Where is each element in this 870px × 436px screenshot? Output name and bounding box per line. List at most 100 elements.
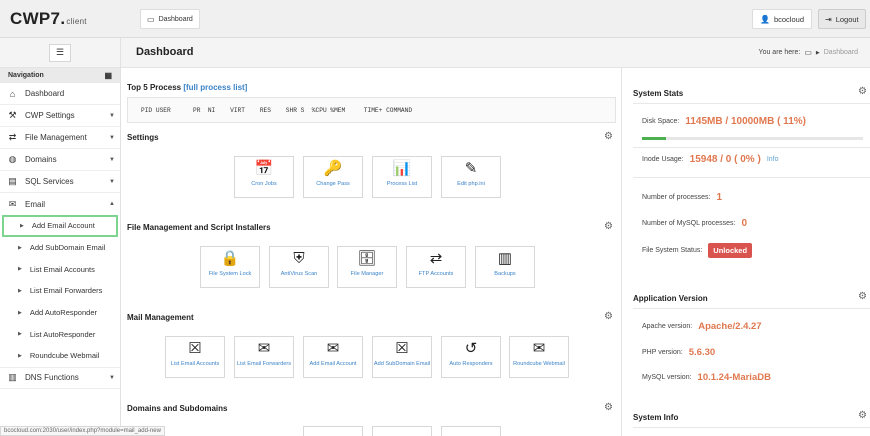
gear-icon[interactable]: ⚙: [604, 221, 613, 232]
monitor-icon: ▭: [147, 14, 155, 24]
divider: [633, 177, 870, 178]
list-email-forwarders-button[interactable]: ✉ List Email Forwarders: [234, 336, 294, 378]
right-panel: System Stats ⚙ Disk Space: 1145MB / 1000…: [621, 68, 870, 436]
chevron-down-icon: ▼: [109, 112, 115, 119]
sidebar-subitem-label: List Email Accounts: [29, 264, 95, 274]
caret-right-icon: ▶: [18, 331, 22, 338]
process-list-button[interactable]: 📊 Process List: [372, 156, 432, 198]
page-title: Dashboard: [136, 46, 194, 58]
sidebar-item-email[interactable]: ✉ Email ▲: [0, 193, 120, 215]
user-menu-button[interactable]: 👤 bcocloud: [752, 9, 812, 29]
sidebar-subitem-add-subdomain-email[interactable]: ▶ Add SubDomain Email: [0, 237, 120, 259]
file-system-status-label: File System Status:: [642, 247, 703, 254]
gear-icon[interactable]: ⚙: [858, 410, 867, 421]
domains-tile[interactable]: [303, 426, 363, 436]
ftp-accounts-button[interactable]: ⇄ FTP Accounts: [406, 246, 466, 288]
navigation-header: Navigation ▦: [0, 68, 120, 83]
add-email-account-button[interactable]: ✉ Add Email Account: [303, 336, 363, 378]
apache-version-label: Apache version:: [642, 323, 693, 330]
tile-label: FTP Accounts: [418, 271, 454, 277]
monitor-icon[interactable]: ▭: [804, 48, 812, 57]
gear-icon[interactable]: ⚙: [604, 402, 613, 413]
divider: [633, 147, 870, 148]
sidebar-item-label: CWP Settings: [25, 111, 75, 120]
roundcube-webmail-button[interactable]: ✉ Roundcube Webmail: [509, 336, 569, 378]
gear-icon[interactable]: ⚙: [858, 291, 867, 302]
sidebar-item-file-management[interactable]: ⇄ File Management ▼: [0, 127, 120, 149]
sidebar-subitem-list-autoresponder[interactable]: ▶ List AutoResponder: [0, 323, 120, 345]
caret-right-icon: ▶: [20, 222, 24, 229]
user-icon: 👤: [760, 14, 770, 24]
logo-subtext: client: [66, 17, 87, 26]
sidebar-item-dns-functions[interactable]: ▥ DNS Functions ▼: [0, 366, 120, 389]
tile-label: File System Lock: [208, 271, 252, 277]
gear-icon[interactable]: ⚙: [604, 311, 613, 322]
file-management-title: File Management and Script Installers: [127, 223, 271, 232]
inode-info-link[interactable]: Info: [767, 156, 779, 163]
sidebar-toggle-bar: ☰: [0, 38, 120, 68]
sidebar-item-dashboard[interactable]: ⌂ Dashboard: [0, 83, 120, 105]
domains-tile[interactable]: [372, 426, 432, 436]
add-subdomain-email-button[interactable]: ☒ Add SubDomain Email: [372, 336, 432, 378]
sidebar: ☰ Navigation ▦ ⌂ Dashboard ⚒ CWP Setting…: [0, 38, 121, 436]
domains-tile[interactable]: [441, 426, 501, 436]
sidebar-subitem-label: Add SubDomain Email: [29, 243, 106, 253]
sidebar-toggle-button[interactable]: ☰: [49, 43, 71, 62]
caret-right-icon: ▶: [18, 309, 22, 316]
grid-icon[interactable]: ▦: [104, 71, 112, 80]
mysql-processes-row: Number of MySQL processes: 0: [642, 218, 747, 229]
file-manager-button[interactable]: 🗄 File Manager: [337, 246, 397, 288]
tile-label: Cron Jobs: [251, 181, 277, 187]
tile-label: Add Email Account: [309, 361, 357, 367]
file-system-status-row: File System Status: Unlocked: [642, 243, 753, 258]
sidebar-subitem-list-email-accounts[interactable]: ▶ List Email Accounts: [0, 258, 120, 280]
dashboard-tab[interactable]: ▭ Dashboard: [140, 9, 200, 29]
logo[interactable]: CWP7.client: [10, 9, 87, 29]
cron-jobs-button[interactable]: 📅 Cron Jobs: [234, 156, 294, 198]
sidebar-item-cwp-settings[interactable]: ⚒ CWP Settings ▼: [0, 105, 120, 127]
tile-label: AntiVirus Scan: [280, 271, 318, 277]
tile-label: File Manager: [350, 271, 384, 277]
php-version-value: 5.6.30: [688, 347, 716, 358]
edit-php-ini-button[interactable]: ✎ Edit php.ini: [441, 156, 501, 198]
sidebar-subitem-label: List AutoResponder: [29, 329, 96, 339]
page-header: Dashboard You are here: ▭ ▶ Dashboard: [121, 38, 870, 68]
process-table-header: PID USER PR NI VIRT RES SHR S %CPU %MEM …: [127, 97, 616, 123]
undo-icon: ↺: [464, 340, 478, 357]
sidebar-item-domains[interactable]: ◍ Domains ▼: [0, 149, 120, 171]
inode-usage-value: 15948 / 0 ( 0% ): [689, 154, 761, 165]
sidebar-subitem-list-email-forwarders[interactable]: ▶ List Email Forwarders: [0, 280, 120, 302]
domains-title: Domains and Subdomains: [127, 404, 228, 413]
gear-icon[interactable]: ⚙: [604, 131, 613, 142]
php-version-label: PHP version:: [642, 349, 683, 356]
envelope-x-icon: ☒: [188, 340, 202, 357]
home-icon: ⌂: [9, 88, 16, 99]
logout-button[interactable]: ⇥ Logout: [818, 9, 866, 29]
status-bar-url: bcocloud.com:2030/user/index.php?module=…: [0, 426, 165, 436]
antivirus-scan-button[interactable]: ⛨ AntiVirus Scan: [269, 246, 329, 288]
sidebar-subitem-roundcube-webmail[interactable]: ▶ Roundcube Webmail: [0, 345, 120, 367]
sidebar-subitem-add-autoresponder[interactable]: ▶ Add AutoResponder: [0, 302, 120, 324]
mail-management-title: Mail Management: [127, 313, 194, 322]
auto-responders-button[interactable]: ↺ Auto Responders: [441, 336, 501, 378]
file-system-lock-button[interactable]: 🔒 File System Lock: [200, 246, 260, 288]
globe-icon: ◍: [8, 154, 17, 164]
exchange-icon: ⇄: [8, 132, 17, 142]
change-pass-button[interactable]: 🔑 Change Pass: [303, 156, 363, 198]
full-process-list-link[interactable]: [full process list]: [183, 83, 247, 92]
pencil-icon: ✎: [464, 160, 478, 177]
main-content: Top 5 Process [full process list] PID US…: [121, 68, 621, 436]
app-version-title: Application Version: [633, 294, 708, 303]
gear-icon[interactable]: ⚙: [858, 86, 867, 97]
sidebar-subitem-label: Add Email Account: [31, 221, 95, 231]
list-email-accounts-button[interactable]: ☒ List Email Accounts: [165, 336, 225, 378]
sidebar-item-sql-services[interactable]: ▤ SQL Services ▼: [0, 171, 120, 193]
backups-button[interactable]: ▥ Backups: [475, 246, 535, 288]
sidebar-subitem-add-email-account[interactable]: ▶ Add Email Account: [2, 215, 118, 237]
shield-icon: ⛨: [293, 250, 305, 267]
logo-text: CWP7: [10, 9, 61, 28]
chevron-up-icon: ▲: [109, 201, 115, 207]
chevron-down-icon: ▼: [109, 178, 115, 185]
sidebar-subitem-label: Roundcube Webmail: [29, 351, 100, 361]
forward-envelope-icon: ✉: [257, 340, 271, 357]
